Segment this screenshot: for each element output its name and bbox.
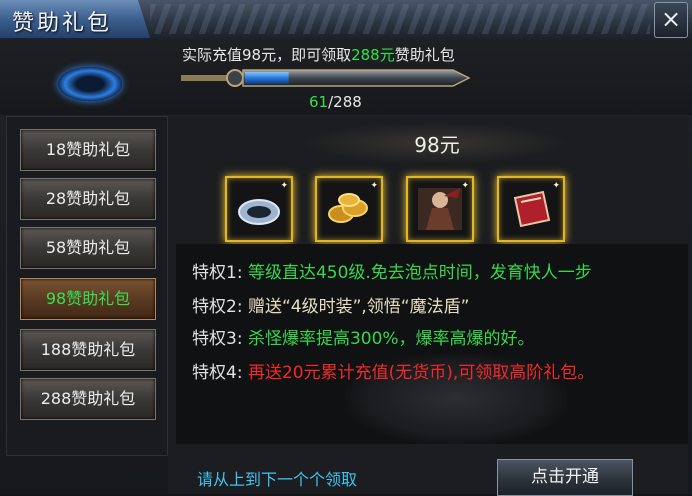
nav-item-188[interactable]: 188赞助礼包 <box>20 329 156 371</box>
perk-2-label: 特权2: <box>192 297 243 317</box>
sparkle-icon: ✦ <box>552 181 560 191</box>
progress-counter: 61/288 <box>309 93 362 111</box>
reward-slot-2[interactable]: ✦ <box>315 176 383 242</box>
blue-ring-orb-icon <box>58 67 122 101</box>
perk-list: 特权1: 等级直达450级.免去泡点时间，发育快人一步 特权2: 赠送“4级时装… <box>176 244 688 444</box>
perk-2: 特权2: 赠送“4级时装”,领悟“魔法盾” <box>192 292 469 317</box>
nav-item-98[interactable]: 98赞助礼包 <box>20 278 156 320</box>
reward-slot-1[interactable]: ✦ <box>225 176 293 242</box>
recharge-prefix: 实际充值98元，即可领取 <box>182 46 352 64</box>
silver-ring-icon <box>238 199 280 225</box>
close-icon: × <box>660 5 682 33</box>
perk-3: 特权3: 杀怪爆率提高300%，爆率高爆的好。 <box>192 324 535 349</box>
perk-4-label: 特权4: <box>192 363 243 383</box>
nav-item-58[interactable]: 58赞助礼包 <box>20 227 156 269</box>
sparkle-icon: ✦ <box>461 181 469 191</box>
nav-item-18[interactable]: 18赞助礼包 <box>20 129 156 171</box>
perk-3-label: 特权3: <box>192 329 243 349</box>
recharge-suffix: 赞助礼包 <box>394 46 455 64</box>
sword-progress-bar <box>181 69 471 87</box>
close-button[interactable]: × <box>654 2 688 38</box>
perk-3-text: 杀怪爆率提高300%，爆率高爆的好。 <box>247 329 535 349</box>
nav-item-28[interactable]: 28赞助礼包 <box>20 178 156 220</box>
window-title: 赞助礼包 <box>12 11 113 36</box>
sparkle-icon: ✦ <box>280 181 288 191</box>
perk-4-text: 再送20元累计充值(无货币),可领取高阶礼包。 <box>247 363 595 383</box>
open-package-button[interactable]: 点击开通 <box>497 459 633 496</box>
recharge-requirement: 实际充值98元，即可领取288元赞助礼包 <box>182 44 455 65</box>
package-price: 98元 <box>414 133 460 157</box>
title-bar: 赞助礼包 × <box>0 0 692 41</box>
reward-slot-3[interactable]: ✦ <box>406 176 474 242</box>
perk-1-label: 特权1: <box>192 263 243 283</box>
claim-order-hint: 请从上到下一个个领取 <box>197 470 358 489</box>
reward-slot-4[interactable]: ✦ <box>497 176 565 242</box>
perk-1: 特权1: 等级直达450级.免去泡点时间，发育快人一步 <box>192 258 592 283</box>
perk-2-text: 赠送“4级时装”,领悟“魔法盾” <box>247 297 470 317</box>
warrior-fashion-icon <box>418 188 462 230</box>
perk-1-text: 等级直达450级.免去泡点时间，发育快人一步 <box>247 263 592 283</box>
progress-total: /288 <box>328 93 362 111</box>
red-book-icon <box>513 190 551 228</box>
title-bar-decoration <box>150 4 650 34</box>
perk-4: 特权4: 再送20元累计充值(无货币),可领取高阶礼包。 <box>192 358 594 383</box>
gold-coins-icon <box>328 193 368 223</box>
sword-guard <box>226 69 244 87</box>
package-nav: 18赞助礼包 28赞助礼包 58赞助礼包 98赞助礼包 188赞助礼包 288赞… <box>6 116 168 456</box>
sponsor-gift-window: 赞助礼包 × 实际充值98元，即可领取288元赞助礼包 61/288 18赞助礼… <box>0 0 692 496</box>
sparkle-icon: ✦ <box>370 181 378 191</box>
recharge-highlight: 288元 <box>351 46 395 64</box>
progress-fill <box>245 72 289 84</box>
progress-current: 61 <box>309 93 329 111</box>
nav-item-288[interactable]: 288赞助礼包 <box>20 378 156 420</box>
